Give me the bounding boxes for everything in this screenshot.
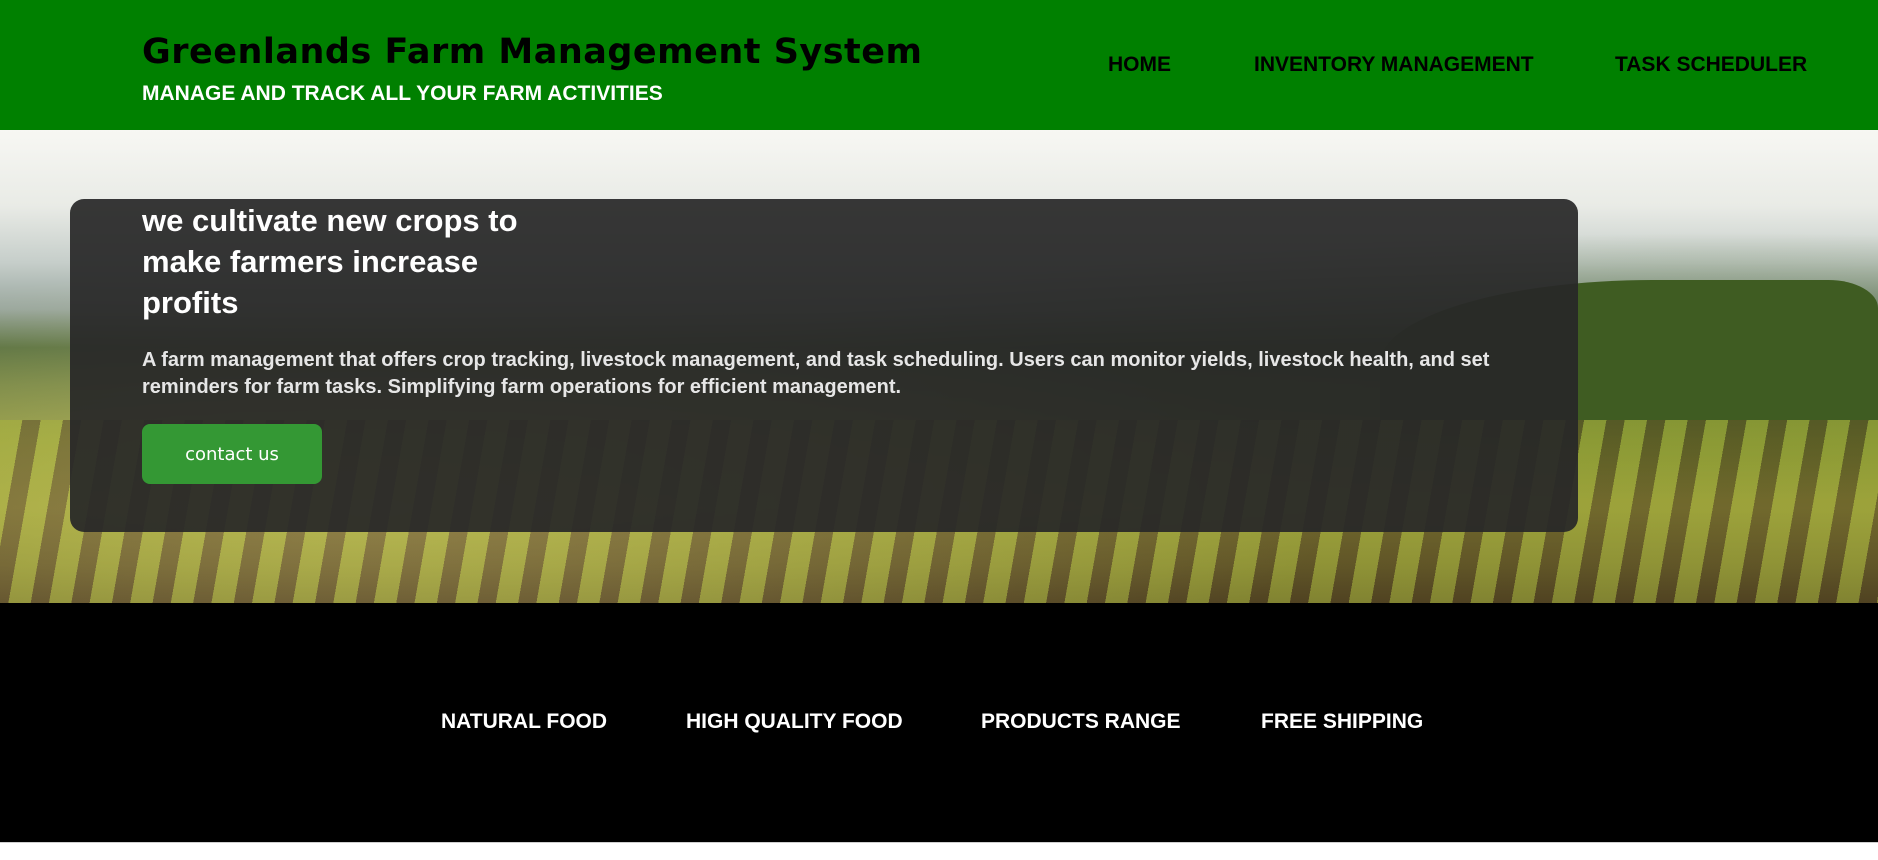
feature-natural-food: NATURAL FOOD (441, 710, 608, 733)
hero-section: we cultivate new crops to make farmers i… (0, 130, 1878, 603)
site-header: Greenlands Farm Management System MANAGE… (0, 0, 1878, 130)
feature-free-shipping: FREE SHIPPING (1261, 710, 1424, 733)
hero-description: A farm management that offers crop track… (142, 349, 1490, 398)
nav-home-link[interactable]: HOME (1108, 53, 1171, 77)
nav-task-scheduler-link[interactable]: TASK SCHEDULER (1615, 53, 1807, 77)
site-title: Greenlands Farm Management System (142, 32, 923, 72)
feature-high-quality-food: HIGH QUALITY FOOD (686, 710, 903, 733)
page-bottom-edge (0, 842, 1878, 860)
contact-us-button[interactable]: contact us (142, 424, 322, 484)
nav-inventory-management-link[interactable]: INVENTORY MANAGEMENT (1254, 53, 1534, 77)
feature-products-range: PRODUCTS RANGE (981, 710, 1181, 733)
hero-headline: we cultivate new crops to make farmers i… (142, 203, 518, 320)
features-band: NATURAL FOOD HIGH QUALITY FOOD PRODUCTS … (0, 603, 1878, 842)
page: Greenlands Farm Management System MANAGE… (0, 0, 1878, 860)
site-tagline: MANAGE AND TRACK ALL YOUR FARM ACTIVITIE… (142, 82, 663, 105)
